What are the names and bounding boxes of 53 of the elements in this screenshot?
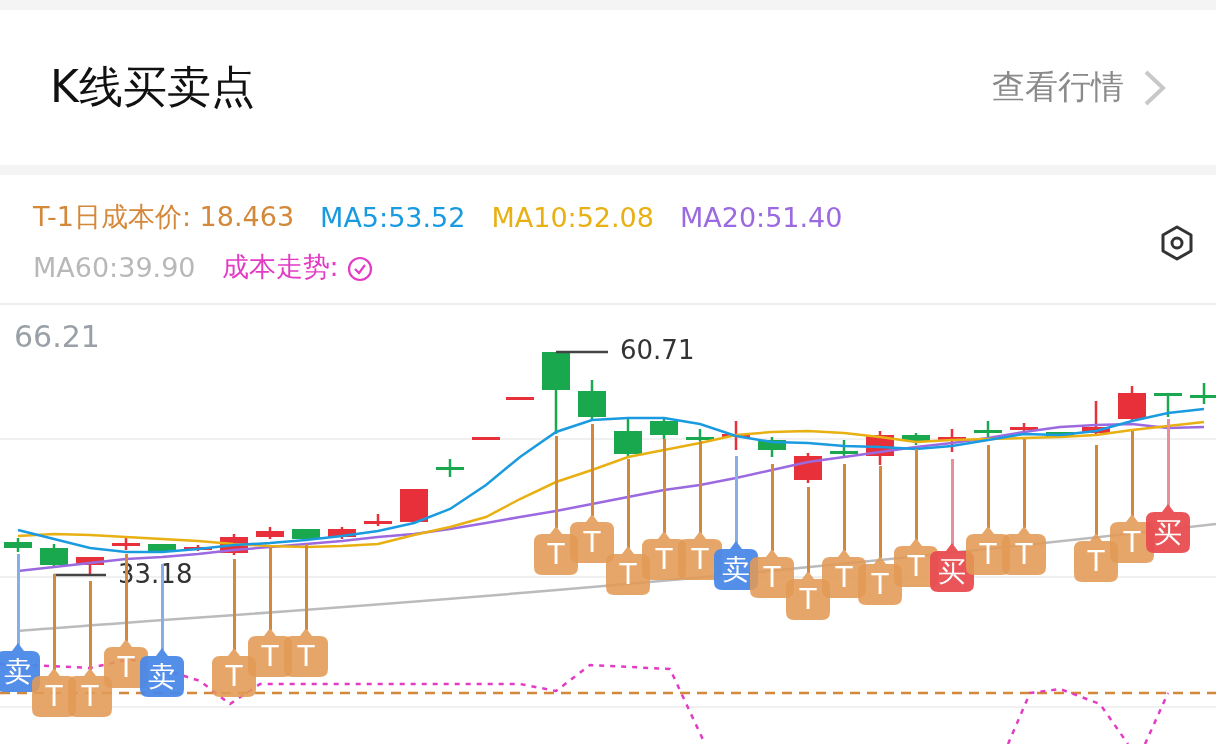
trade-marker: T [1001,524,1047,576]
sell-marker: 卖 [0,641,41,693]
candlestick [650,417,678,439]
high-price-label: 60.71 [620,335,695,365]
candlestick [256,527,284,539]
candlestick [364,514,392,526]
trade-marker: T [67,666,113,718]
trade-marker: T [283,626,329,678]
candlestick [1154,393,1182,417]
candlestick [1082,401,1110,435]
legend-value: MA10:52.08 [491,201,654,233]
candlestick [1190,383,1216,404]
candlestick [686,429,714,441]
candlestick [184,545,212,551]
candlestick [436,459,464,477]
trade-marker: T [749,547,795,599]
axis-max-label: 66.21 [14,319,100,354]
check-circle-icon[interactable] [346,256,373,282]
trade-marker: T [569,512,615,564]
candlestick [578,380,606,420]
candlestick [112,538,140,550]
candlestick [722,421,750,450]
candlestick [758,437,786,457]
sell-marker: 卖 [139,646,185,698]
candlestick [866,431,894,465]
candlestick [1046,432,1074,437]
candlestick [148,544,176,552]
candlestick [40,544,68,567]
candlestick [292,529,320,539]
leader-line [556,350,608,354]
candlestick [830,440,858,457]
candlestick [1010,423,1038,433]
candlestick [506,397,534,400]
cost-trend-toggle[interactable]: 成本走势: [221,249,339,285]
candlestick [76,557,104,574]
legend-value: MA5:53.52 [320,201,466,233]
candlestick [1118,386,1146,420]
candlestick [614,417,642,456]
candlestick [400,489,428,522]
settings-icon[interactable] [1160,225,1194,261]
candlestick [328,527,356,539]
candlestick [4,538,32,552]
view-market-link[interactable]: 查看行情 [992,65,1124,110]
legend-value: MA20:51.40 [679,201,843,233]
candlestick [938,429,966,452]
candlestick [974,421,1002,439]
buy-marker: 买 [1145,502,1191,554]
legend-value: T-1日成本价: 18.463 [33,200,295,234]
legend-value: MA60:39.90 [33,251,196,283]
candlestick [472,437,500,440]
page-title: K线买卖点 [50,60,256,114]
leader-line [54,573,106,577]
candlestick [902,433,930,445]
